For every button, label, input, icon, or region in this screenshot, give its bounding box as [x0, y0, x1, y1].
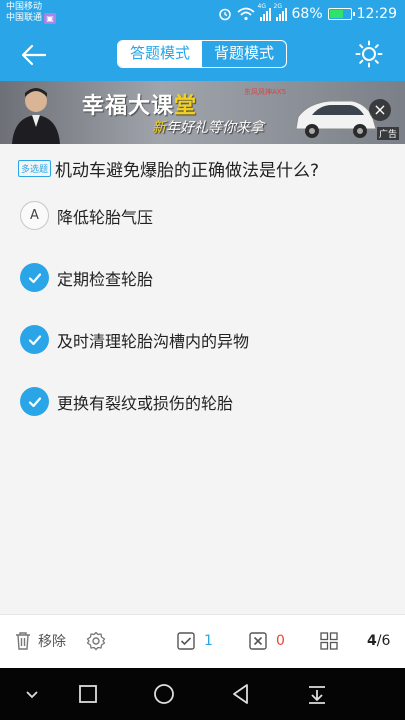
battery-fill [329, 10, 344, 18]
ad-label: 广告 [376, 127, 399, 140]
system-nav-bar [0, 668, 405, 720]
status-indicators: 4G 2G 68% 12:29 [218, 3, 397, 23]
option-text: 及时清理轮胎沟槽内的异物 [57, 331, 250, 351]
correct-count-value: 1 [204, 633, 213, 649]
check-circle-icon [20, 263, 49, 292]
nav-recent-icon[interactable] [76, 682, 100, 706]
wrong-count[interactable]: 0 [248, 629, 285, 653]
check-circle-icon [20, 325, 49, 354]
check-box-icon [177, 632, 195, 650]
option-b[interactable]: 定期检查轮胎 [20, 263, 390, 292]
signal-2g-icon: 2G [274, 3, 287, 21]
recite-mode-tab[interactable]: 背题模式 [202, 41, 286, 67]
ad-person-image [12, 88, 60, 144]
remove-label: 移除 [38, 634, 66, 650]
bottom-toolbar: 移除 1 0 4/6 [0, 614, 405, 668]
ad-car-label: 东风风神AX5 [244, 88, 287, 96]
brightness-icon[interactable] [355, 40, 383, 68]
settings-button[interactable] [86, 629, 106, 653]
cross-box-icon [249, 632, 267, 650]
ad-close-icon[interactable]: × [369, 99, 391, 121]
option-text: 降低轮胎气压 [57, 207, 154, 227]
battery-percent: 68% [291, 6, 323, 22]
battery-icon [327, 8, 355, 20]
check-circle-icon [20, 387, 49, 416]
remove-button[interactable]: 移除 [14, 629, 66, 653]
question-text: 机动车避免爆胎的正确做法是什么? [55, 161, 320, 181]
signal-4g-icon: 4G [258, 3, 271, 21]
ad-subtitle: 新年好礼等你来拿 [152, 120, 264, 136]
correct-count[interactable]: 1 [176, 629, 213, 653]
carrier-1: 中国移动 [6, 2, 43, 12]
page-indicator: 4/6 [367, 629, 390, 653]
option-text: 更换有裂纹或损伤的轮胎 [57, 393, 234, 413]
option-letter-a: A [20, 201, 49, 230]
option-d[interactable]: 更换有裂纹或损伤的轮胎 [20, 387, 390, 416]
nav-hide-icon[interactable] [305, 682, 329, 706]
carrier-info: 中国移动 中国联通 ▣ [6, 2, 57, 24]
notification-icon: ▣ [44, 13, 57, 24]
wrong-count-value: 0 [276, 633, 285, 649]
settings-icon [86, 631, 106, 651]
grid-icon [320, 632, 338, 650]
question-grid-button[interactable] [319, 629, 339, 653]
mode-toggle: 答题模式 背题模式 [117, 40, 287, 68]
nav-back-icon[interactable] [229, 682, 253, 706]
carrier-2: 中国联通 [6, 13, 43, 23]
option-a[interactable]: A 降低轮胎气压 [20, 201, 390, 230]
status-bar: 中国移动 中国联通 ▣ 4G 2G 68% 12:29 [0, 0, 405, 28]
ad-title: 幸福大课堂 [82, 94, 198, 119]
question-type-badge: 多选题 [18, 160, 52, 177]
alarm-icon [218, 8, 231, 21]
wifi-icon [236, 7, 255, 21]
answer-mode-tab[interactable]: 答题模式 [118, 41, 202, 67]
clock: 12:29 [356, 6, 397, 22]
trash-icon [16, 632, 30, 650]
app-bar: 答题模式 背题模式 [0, 28, 405, 81]
option-text: 定期检查轮胎 [57, 269, 154, 289]
ad-banner[interactable]: 幸福大课堂 新年好礼等你来拿 东风风神AX5 × 广告 [0, 81, 405, 144]
ad-car-image [295, 100, 377, 138]
option-c[interactable]: 及时清理轮胎沟槽内的异物 [20, 325, 390, 354]
nav-home-icon[interactable] [152, 682, 176, 706]
nav-down-icon[interactable] [20, 682, 44, 706]
question: 多选题 机动车避免爆胎的正确做法是什么? [18, 156, 393, 181]
back-arrow-icon[interactable] [18, 40, 48, 70]
page-total: /6 [376, 633, 391, 649]
page-current: 4 [367, 633, 377, 649]
